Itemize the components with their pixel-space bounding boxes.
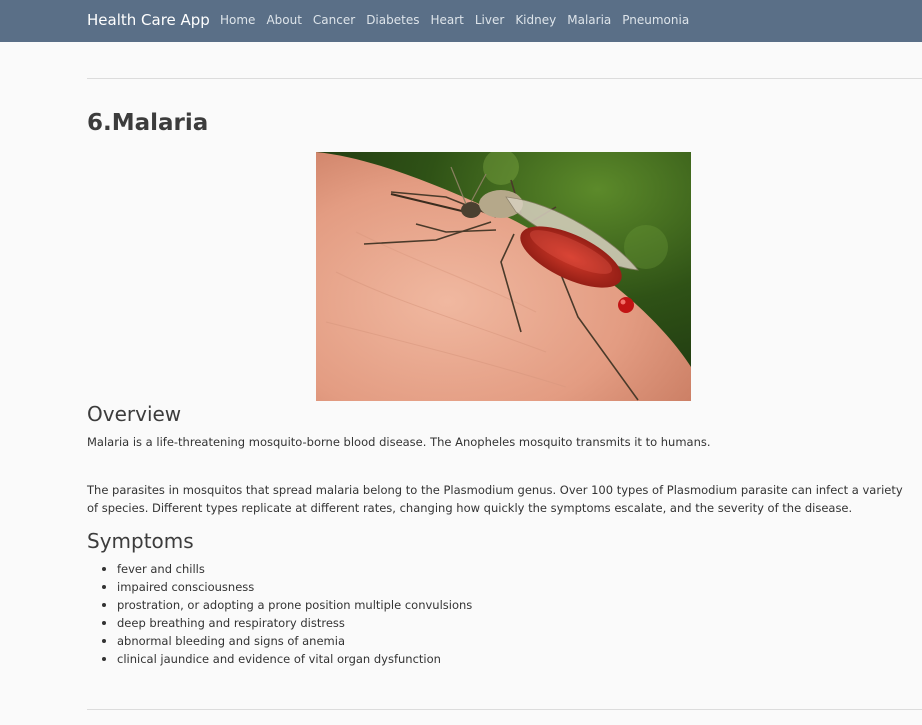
nav-link-heart[interactable]: Heart (430, 13, 463, 27)
symptom-item: clinical jaundice and evidence of vital … (101, 650, 472, 668)
symptom-item: deep breathing and respiratory distress (101, 614, 472, 632)
symptoms-list: fever and chills impaired consciousness … (101, 560, 473, 668)
nav-links: Home About Cancer Diabetes Heart Liver K… (220, 13, 700, 27)
navbar: Health Care App Home About Cancer Diabet… (0, 0, 922, 42)
symptom-item: impaired consciousness (101, 578, 472, 596)
mosquito-image (316, 152, 691, 401)
nav-link-liver[interactable]: Liver (475, 13, 504, 27)
navbar-brand[interactable]: Health Care App (87, 11, 210, 29)
nav-link-cancer[interactable]: Cancer (313, 13, 355, 27)
nav-link-pneumonia[interactable]: Pneumonia (622, 13, 689, 27)
symptom-item: fever and chills (101, 560, 472, 578)
nav-link-diabetes[interactable]: Diabetes (366, 13, 419, 27)
symptoms-heading: Symptoms (87, 529, 194, 553)
overview-paragraph-1: Malaria is a life-threatening mosquito-b… (87, 435, 711, 449)
overview-paragraph-2: The parasites in mosquitos that spread m… (87, 483, 903, 515)
nav-link-malaria[interactable]: Malaria (567, 13, 611, 27)
nav-link-home[interactable]: Home (220, 13, 255, 27)
symptom-item: prostration, or adopting a prone positio… (101, 598, 473, 612)
bottom-divider (87, 709, 922, 710)
top-divider (87, 78, 922, 79)
overview-heading: Overview (87, 402, 182, 426)
page-title: 6.Malaria (87, 110, 209, 136)
nav-link-about[interactable]: About (266, 13, 301, 27)
symptom-item: abnormal bleeding and signs of anemia (101, 632, 472, 650)
nav-link-kidney[interactable]: Kidney (515, 13, 556, 27)
